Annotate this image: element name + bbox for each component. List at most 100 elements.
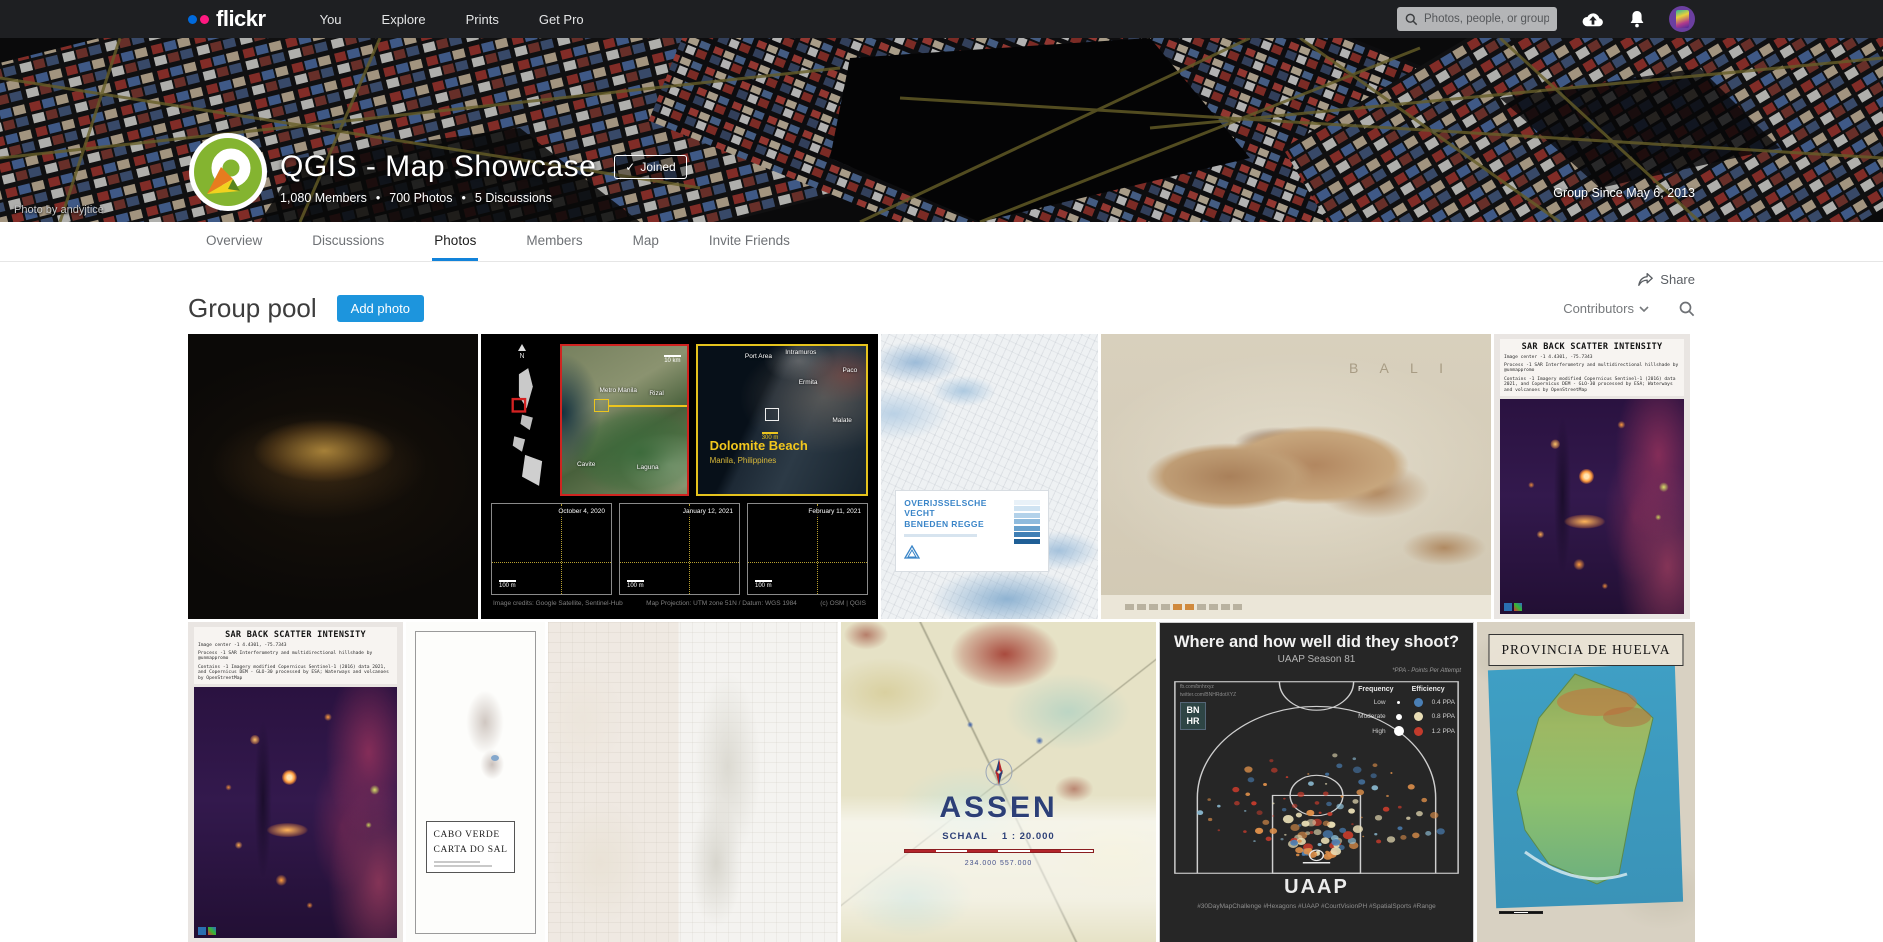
vecht-legend-swatches <box>1014 498 1040 564</box>
assen-scale-value: 1 : 20.000 <box>1002 831 1055 842</box>
satellite-inset-3: February 11, 2021 100 m <box>747 503 868 595</box>
flickr-logo-pink-dot <box>200 15 209 24</box>
cabo-title-line2: CARTA DO SAL <box>434 843 508 857</box>
beach-highlight-box <box>765 408 779 421</box>
vecht-logo-icon <box>904 545 920 559</box>
north-arrow-icon <box>518 344 526 351</box>
aoi-box <box>594 399 609 412</box>
photo-provincia-de-huelva-map[interactable]: PROVINCIA DE HUELVA <box>1477 622 1695 942</box>
joined-label: Joined <box>640 160 675 174</box>
uaap-shot-dots <box>1197 753 1445 859</box>
nav-link-get-pro[interactable]: Get Pro <box>539 12 584 27</box>
sar-header: SAR BACK SCATTER INTENSITY Image center … <box>194 627 397 684</box>
photo-assen-topographic-map[interactable]: ASSEN SCHAAL 1 : 20.000 234.000 557.000 <box>841 622 1156 942</box>
share-button[interactable]: Share <box>188 262 1695 287</box>
nav-link-prints[interactable]: Prints <box>466 12 499 27</box>
cabo-title-line1: CABO VERDE <box>434 828 508 842</box>
nav-link-explore[interactable]: Explore <box>382 12 426 27</box>
tab-map[interactable]: Map <box>631 222 661 261</box>
photo-dark-relief-map[interactable] <box>188 334 478 619</box>
label-metro-manila: Metro Manila <box>599 387 637 394</box>
photo-cabo-verde-map[interactable]: CABO VERDE CARTA DO SAL <box>406 622 545 942</box>
joined-button[interactable]: ✓ Joined <box>614 155 686 179</box>
dolomite-beach-panel: Port Area Intramuros Ermita Paco Malate … <box>696 344 868 496</box>
cover-photo-credit[interactable]: Photo by andyjtice <box>14 204 104 216</box>
contributors-label: Contributors <box>1563 301 1634 316</box>
pool-search-icon[interactable] <box>1679 301 1695 317</box>
tab-invite-friends[interactable]: Invite Friends <box>707 222 792 261</box>
photo-portugal-map-sheets[interactable] <box>548 622 838 942</box>
assen-coordinates: 234.000 557.000 <box>965 860 1033 867</box>
page-title: Group pool <box>188 293 317 324</box>
sar-title: SAR BACK SCATTER INTENSITY <box>198 630 393 640</box>
uaap-footer-title: UAAP <box>1160 876 1473 899</box>
tab-photos[interactable]: Photos <box>432 222 478 261</box>
credit-imagery: Image credits: Google Satellite, Sentine… <box>493 600 623 607</box>
bali-label: B A L I <box>1349 360 1452 376</box>
uaap-twitter-handle: twitter.com/BNHRdotXYZ <box>1180 692 1236 700</box>
user-avatar[interactable] <box>1669 6 1695 32</box>
inset-date-1: October 4, 2020 <box>555 507 608 516</box>
manila-satellite-panel: Metro Manila Rizal Cavite Laguna 10 km <box>560 344 689 496</box>
label-intramuros: Intramuros <box>785 349 816 356</box>
grid-row-1: N Metro Manila Rizal Cavite <box>188 334 1695 619</box>
grid-row-2: SAR BACK SCATTER INTENSITY Image center … <box>188 622 1695 942</box>
top-navbar: flickr You Explore Prints Get Pro <box>0 0 1883 38</box>
members-count: 1,080 Members <box>280 191 367 205</box>
sar-title: SAR BACK SCATTER INTENSITY <box>1504 342 1680 352</box>
upload-cloud-icon[interactable] <box>1581 11 1605 28</box>
photo-uaap-shot-chart[interactable]: Where and how well did they shoot? UAAP … <box>1159 622 1474 942</box>
credit-software: (c) OSM | QGIS <box>820 600 866 607</box>
north-label: N <box>519 353 524 360</box>
bali-legend-strip <box>1101 595 1491 619</box>
group-title: QGIS - Map Showcase <box>280 150 596 184</box>
global-search-box[interactable] <box>1397 7 1557 31</box>
stats-separator: • <box>376 191 380 205</box>
assen-scale-label: SCHAAL <box>942 831 988 842</box>
photo-sar-backscatter-map-1[interactable]: SAR BACK SCATTER INTENSITY Image center … <box>1494 334 1690 619</box>
sar-logo-chips <box>198 927 216 935</box>
satellite-inset-2: January 12, 2021 100 m <box>619 503 740 595</box>
tab-overview[interactable]: Overview <box>204 222 264 261</box>
uaap-social-handles: fb.com/bnhrxyz twitter.com/BNHRdotXYZ <box>1180 684 1236 699</box>
uaap-title: Where and how well did they shoot? <box>1160 633 1473 652</box>
uaap-ppa-note: *PPA - Points Per Attempt <box>1172 668 1461 674</box>
photo-vecht-river-map[interactable]: Overijsselsche Vecht Beneden Regge <box>881 334 1098 619</box>
notifications-bell-icon[interactable] <box>1629 10 1645 28</box>
sar-meta-line1: Image center -1 4.4301, -75.7343 <box>198 643 393 649</box>
tab-members[interactable]: Members <box>524 222 584 261</box>
assen-title: ASSEN <box>939 791 1057 825</box>
photo-sar-backscatter-map-2[interactable]: SAR BACK SCATTER INTENSITY Image center … <box>188 622 403 942</box>
label-laguna: Laguna <box>637 464 659 471</box>
photos-count[interactable]: 700 Photos <box>389 191 452 205</box>
huelva-title: PROVINCIA DE HUELVA <box>1501 642 1670 657</box>
label-malate: Malate <box>832 417 852 424</box>
vecht-map-legend-card: Overijsselsche Vecht Beneden Regge <box>896 491 1048 571</box>
search-icon <box>1405 13 1418 26</box>
discussions-count[interactable]: 5 Discussions <box>475 191 552 205</box>
photo-dolomite-beach-map[interactable]: N Metro Manila Rizal Cavite <box>481 334 878 619</box>
flickr-logo[interactable]: flickr <box>188 6 266 32</box>
share-icon <box>1637 272 1654 287</box>
contributors-dropdown[interactable]: Contributors <box>1563 301 1649 316</box>
photo-bali-historic-map[interactable]: B A L I <box>1101 334 1491 619</box>
group-avatar-qgis-logo[interactable] <box>188 132 268 212</box>
add-photo-button[interactable]: Add photo <box>337 295 424 322</box>
uaap-legend: Frequency Efficiency Low 0.4 PPA Moderat… <box>1358 686 1455 736</box>
huelva-title-box: PROVINCIA DE HUELVA <box>1488 634 1683 666</box>
sar-map-body <box>1500 399 1684 614</box>
inset-date-3: February 11, 2021 <box>805 507 864 516</box>
assen-scale-bar <box>904 849 1094 853</box>
dolomite-title: Dolomite Beach <box>710 438 808 453</box>
sar-meta-line3: Contains -1 Imagery modified Copernicus … <box>198 665 393 682</box>
compass-rose-icon <box>984 757 1014 787</box>
vecht-title-line2: Beneden Regge <box>904 519 1008 530</box>
search-input[interactable] <box>1424 13 1549 25</box>
label-paco: Paco <box>842 367 857 374</box>
cabo-fine-print <box>434 861 508 867</box>
tab-discussions[interactable]: Discussions <box>310 222 386 261</box>
sar-meta-line3: Contains -1 Imagery modified Copernicus … <box>1504 377 1680 394</box>
dolomite-subtitle: Manila, Philippines <box>710 456 777 465</box>
nav-link-you[interactable]: You <box>320 12 342 27</box>
label-cavite: Cavite <box>577 461 595 468</box>
